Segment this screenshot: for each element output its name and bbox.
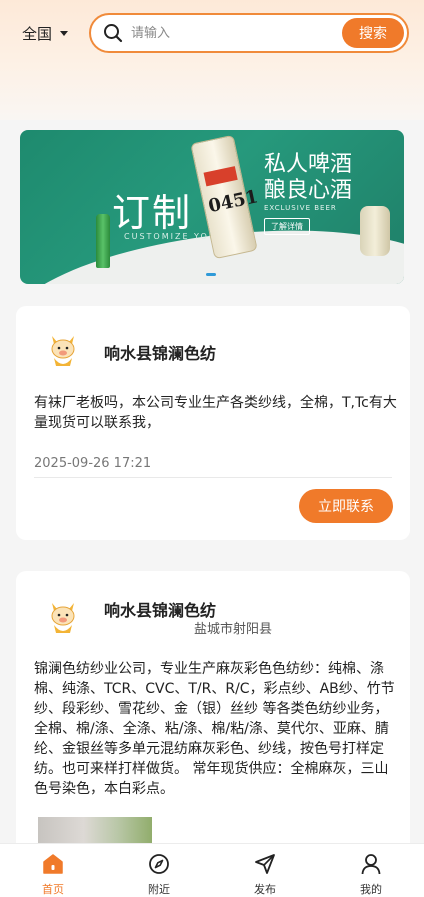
nav-label-profile: 我的 <box>360 883 382 896</box>
caret-down-icon <box>60 30 69 36</box>
user-icon <box>359 852 383 876</box>
banner-learn-more-button[interactable]: 了解详情 <box>264 218 310 235</box>
search-input[interactable] <box>131 18 321 48</box>
promo-banner[interactable]: 订制 CUSTOMIZE YOUR 0451 私人啤酒 酿良心酒 EXCLUSI… <box>20 130 404 284</box>
contact-button[interactable]: 立即联系 <box>299 489 393 523</box>
company-location: 盐城市射阳县 <box>194 622 273 637</box>
post-text: 有袜厂老板吗，本公司专业生产各类纱线，全棉，T,Tc有大量现货可以联系我， <box>34 395 397 431</box>
nav-label-home: 首页 <box>42 883 64 896</box>
post-text: 锦澜色纺纱业公司，专业生产麻灰彩色色纺纱：纯棉、涤棉、纯涤、TCR、CVC、T/… <box>34 661 395 797</box>
region-selector[interactable]: 全国 <box>22 22 69 44</box>
avatar-icon <box>51 336 75 366</box>
search-button[interactable]: 搜索 <box>342 18 404 48</box>
post-time: 2025-09-26 17:21 <box>34 456 152 471</box>
nav-label-publish: 发布 <box>254 883 276 896</box>
avatar-icon <box>51 603 75 633</box>
header: 全国 搜索 <box>0 0 424 120</box>
nav-item-publish[interactable]: 发布 <box>212 844 318 897</box>
post-card[interactable]: 响水县锦澜色纺 盐城市射阳县 锦澜色纺纱业公司，专业生产麻灰彩色色纺纱：纯棉、涤… <box>16 571 410 871</box>
nav-label-nearby: 附近 <box>148 883 170 896</box>
nav-item-nearby[interactable]: 附近 <box>106 844 212 897</box>
nav-item-profile[interactable]: 我的 <box>318 844 424 897</box>
send-icon <box>253 852 277 876</box>
carousel-indicator[interactable] <box>206 273 216 276</box>
can-stripe <box>203 166 238 187</box>
region-label: 全国 <box>22 24 53 43</box>
post-card[interactable]: 响水县锦澜色纺 有袜厂老板吗，本公司专业生产各类纱线，全棉，T,Tc有大量现货可… <box>16 306 410 540</box>
can-label: 0451 <box>206 186 260 218</box>
bottle-image <box>360 206 390 256</box>
bottom-nav: 首页 附近 发布 我的 <box>0 843 424 897</box>
banner-title: 私人啤酒 酿良心酒 <box>264 152 353 203</box>
divider <box>34 477 392 478</box>
search-bar: 搜索 <box>89 13 409 53</box>
banner-english-text: EXCLUSIVE BEER <box>264 204 337 212</box>
compass-icon <box>147 852 171 876</box>
banner-main-text: 订制 <box>112 191 193 235</box>
home-icon <box>41 852 65 876</box>
search-icon <box>103 23 123 43</box>
nav-item-home[interactable]: 首页 <box>0 844 106 897</box>
company-name: 响水县锦澜色纺 <box>104 344 217 363</box>
green-bottle-image <box>96 214 110 268</box>
